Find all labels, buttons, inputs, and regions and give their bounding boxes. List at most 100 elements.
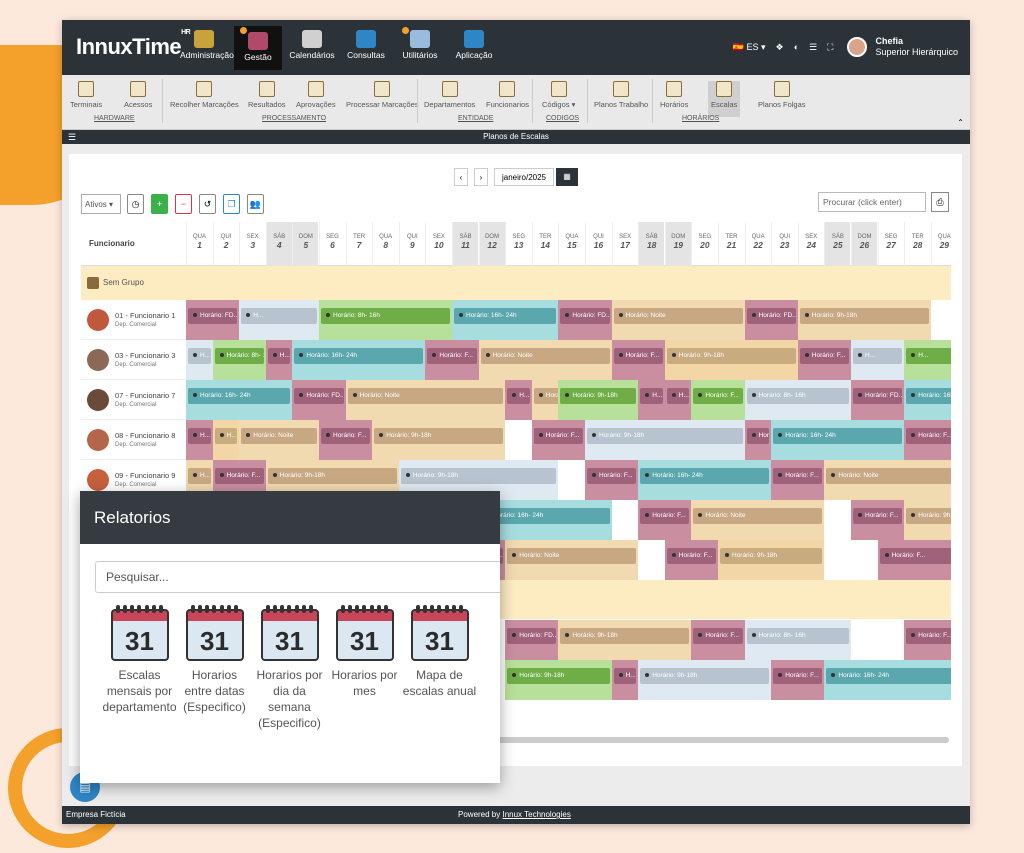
shift-block[interactable]: Horário: F... xyxy=(851,500,905,540)
shift-block[interactable]: Horário: Noite xyxy=(691,500,825,540)
employee-cell[interactable]: 07 - Funcionario 7 Dep. Comercial xyxy=(81,380,186,420)
shift-block[interactable]: Horário: FD... xyxy=(851,380,905,420)
ribbon-item[interactable]: Códigos ▾ xyxy=(542,81,575,109)
print-button[interactable]: ⎙ xyxy=(931,192,949,212)
add-button[interactable]: + xyxy=(151,194,168,214)
shift-block[interactable]: Horário: 9h-18h xyxy=(664,340,798,380)
topnav-item-aplicação[interactable]: Aplicação xyxy=(450,26,498,70)
shift-block[interactable]: Horário: 16h- 24h xyxy=(638,460,772,500)
shift-block[interactable]: Horário: 16h- 24h xyxy=(452,300,559,340)
app-logo[interactable]: InnuxTimeHR xyxy=(76,29,191,60)
shift-block[interactable]: H... xyxy=(664,380,692,420)
shift-block[interactable]: Horário: F... xyxy=(638,500,692,540)
month-input[interactable]: janeiro/2025 xyxy=(494,168,554,186)
shift-block[interactable]: Horário: F... xyxy=(904,620,951,660)
theme-icon[interactable]: ❖ xyxy=(776,42,784,53)
status-filter-select[interactable]: Ativos ▾ xyxy=(81,194,121,214)
shift-block[interactable]: Horário: F... xyxy=(691,620,745,660)
ribbon-item[interactable]: Planos Trabalho xyxy=(594,81,648,109)
shift-block[interactable]: Horário: Noite xyxy=(505,540,639,580)
remove-button[interactable]: − xyxy=(175,194,192,214)
shift-block[interactable]: H... xyxy=(186,340,213,380)
employee-cell[interactable]: 01 - Funcionario 1 Dep. Comercial xyxy=(81,300,186,340)
shift-block[interactable]: Horário: FD... xyxy=(744,300,798,340)
report-item[interactable]: 31 Mapa de escalas anual xyxy=(402,603,477,731)
shift-block[interactable]: Horário: Noite xyxy=(611,300,745,340)
language-selector[interactable]: 🇪🇸 ES ▾ xyxy=(733,42,766,53)
shift-block[interactable]: Horário: 9h-18h xyxy=(638,660,772,700)
shift-block[interactable]: Horário: 8h- 16h xyxy=(744,380,851,420)
fullscreen-icon[interactable]: ⛶ xyxy=(827,42,833,53)
shift-block[interactable]: H... xyxy=(904,340,951,380)
ribbon-item[interactable]: Terminais xyxy=(70,81,102,109)
shift-block[interactable]: H... xyxy=(638,380,665,420)
shift-block[interactable]: H... xyxy=(505,380,532,420)
report-item[interactable]: 31 Horarios entre datas (Especifico) xyxy=(177,603,252,731)
topnav-item-consultas[interactable]: Consultas xyxy=(342,26,390,70)
topnav-item-administração[interactable]: Administração xyxy=(180,26,234,70)
grid-search-input[interactable]: Procurar (click enter) xyxy=(818,192,926,212)
shift-block[interactable]: Horário: F... xyxy=(797,340,851,380)
user-avatar[interactable] xyxy=(847,37,868,57)
report-item[interactable]: 31 Horarios por mes xyxy=(327,603,402,731)
shift-block[interactable]: Horário: F... xyxy=(531,420,585,460)
employee-row[interactable]: 07 - Funcionario 7 Dep. Comercial Horário:… xyxy=(81,380,951,420)
shift-block[interactable]: Horário: Noite xyxy=(478,340,612,380)
ribbon-item[interactable]: Recolher Marcações xyxy=(170,81,239,109)
group-row[interactable]: Sem Grupo xyxy=(81,266,951,300)
shift-block[interactable]: Horário: F... xyxy=(771,660,825,700)
calendar-picker-icon[interactable]: ▦ xyxy=(556,168,578,186)
reports-search-input[interactable]: Pesquisar... xyxy=(95,561,500,593)
shift-block[interactable]: Horário: 9h-18h xyxy=(718,540,825,580)
report-item[interactable]: 31 Horarios por dia da semana (Especifico… xyxy=(252,603,327,731)
employee-row[interactable]: 08 - Funcionario 8 Dep. Comercial H... H...… xyxy=(81,420,951,460)
shift-block[interactable]: Horário: 9h-18h xyxy=(558,380,639,420)
shift-block[interactable]: Horário: F... xyxy=(877,540,951,580)
shift-block[interactable]: Horário: FD... xyxy=(558,300,612,340)
ribbon-item[interactable]: Escalas xyxy=(708,81,741,117)
shift-block[interactable]: Horário: 16h- 24h xyxy=(824,660,951,700)
undo-button[interactable]: ↺ xyxy=(199,194,216,214)
topnav-item-utilitários[interactable]: Utilitários xyxy=(396,26,444,70)
shift-block[interactable]: Horário: 9h-18h xyxy=(505,660,612,700)
shift-block[interactable]: Horário: Noite xyxy=(824,460,951,500)
ribbon-item[interactable]: Aprovações xyxy=(296,81,336,109)
shift-block[interactable]: Horário: 9h-18h xyxy=(797,300,931,340)
shift-block[interactable]: Horário: 16h- 24h xyxy=(771,420,905,460)
ribbon-item[interactable]: Planos Folgas xyxy=(758,81,806,109)
topnav-item-calendários[interactable]: Calendários xyxy=(288,26,336,70)
shift-block[interactable]: Horário: FD... xyxy=(292,380,346,420)
shift-block[interactable]: Horário: Noite xyxy=(239,420,319,460)
ribbon-item[interactable]: Resultados xyxy=(248,81,286,109)
copy-button[interactable]: ❐ xyxy=(223,194,240,214)
employee-cell[interactable]: 03 - Funcionario 3 Dep. Comercial xyxy=(81,340,186,380)
employee-cell[interactable]: 08 - Funcionario 8 Dep. Comercial xyxy=(81,420,186,460)
topnav-item-gestão[interactable]: Gestão xyxy=(234,26,282,70)
report-item[interactable]: 31 Escalas mensais por departamento xyxy=(102,603,177,731)
user-info[interactable]: Chefia Superior Hierárquico xyxy=(875,36,958,58)
shift-block[interactable]: Horário: FD... xyxy=(186,300,240,340)
ribbon-item[interactable]: Acessos xyxy=(124,81,152,109)
shift-block[interactable]: Horário: 16h- 24h xyxy=(186,380,293,420)
clock-button[interactable]: ◷ xyxy=(127,194,144,214)
ribbon-item[interactable]: Processar Marcações xyxy=(346,81,419,109)
shift-block[interactable]: H... xyxy=(611,660,639,700)
shift-block[interactable]: Horário: F... xyxy=(585,460,639,500)
shift-block[interactable]: Horário: F... xyxy=(611,340,665,380)
shift-block[interactable]: H... xyxy=(851,340,905,380)
users-button[interactable]: 👥 xyxy=(247,194,264,214)
collapse-ribbon-icon[interactable]: ⌃ xyxy=(957,118,964,127)
shift-block[interactable]: Horário: F... xyxy=(319,420,373,460)
ribbon-item[interactable]: Funcionarios xyxy=(486,81,529,109)
shift-block[interactable]: H... xyxy=(239,300,319,340)
shift-block[interactable]: Horário: 8h- 16h xyxy=(744,620,851,660)
shift-block[interactable]: H... xyxy=(212,420,240,460)
shift-block[interactable]: Horário: F... xyxy=(744,420,772,460)
shift-block[interactable]: Horário: F... xyxy=(425,340,479,380)
shift-block[interactable]: Horário: Noite xyxy=(345,380,506,420)
shift-block[interactable]: Horário: F... xyxy=(904,420,951,460)
shift-block[interactable]: Horário: 9h-18h xyxy=(585,420,745,460)
next-month-button[interactable]: › xyxy=(474,168,488,186)
shift-block[interactable]: H... xyxy=(186,420,213,460)
ribbon-item[interactable]: Departamentos xyxy=(424,81,475,109)
